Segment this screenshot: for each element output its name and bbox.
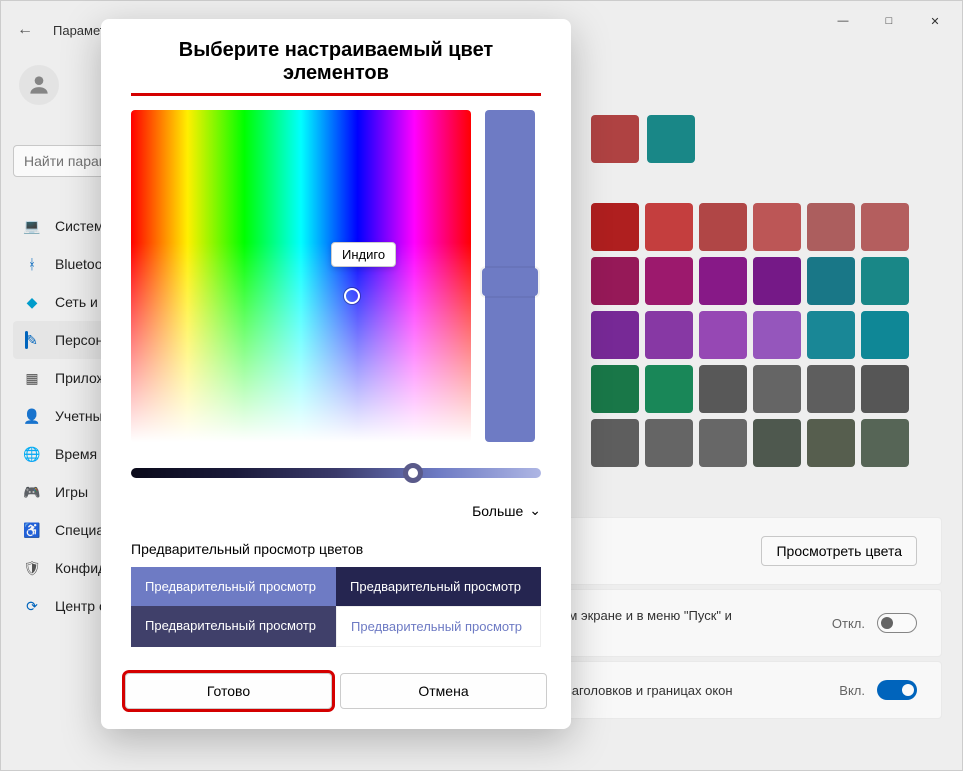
color-tooltip: Индиго — [331, 242, 396, 267]
chevron-down-icon: ⌄ — [529, 502, 541, 519]
color-picker-dialog: Выберите настраиваемый цвет элементов Ин… — [101, 19, 571, 729]
more-label: Больше — [472, 503, 523, 519]
picker-cursor[interactable] — [344, 288, 360, 304]
preview-cell: Предварительный просмотр — [131, 606, 336, 647]
color-preview-bar — [485, 110, 535, 442]
done-button[interactable]: Готово — [125, 673, 332, 709]
preview-notch — [482, 268, 538, 296]
preview-section-label: Предварительный просмотр цветов — [101, 523, 571, 567]
preview-cell: Предварительный просмотр — [336, 606, 541, 647]
preview-cell: Предварительный просмотр — [336, 567, 541, 606]
title-underline — [131, 93, 541, 96]
preview-grid: Предварительный просмотр Предварительный… — [131, 567, 541, 647]
more-toggle[interactable]: Больше ⌄ — [101, 488, 571, 523]
dialog-title: Выберите настраиваемый цвет элементов — [101, 19, 571, 93]
color-gradient-picker[interactable]: Индиго — [131, 110, 471, 442]
preview-cell: Предварительный просмотр — [131, 567, 336, 606]
value-slider[interactable] — [131, 468, 541, 478]
slider-thumb[interactable] — [403, 463, 423, 483]
cancel-button[interactable]: Отмена — [340, 673, 547, 709]
